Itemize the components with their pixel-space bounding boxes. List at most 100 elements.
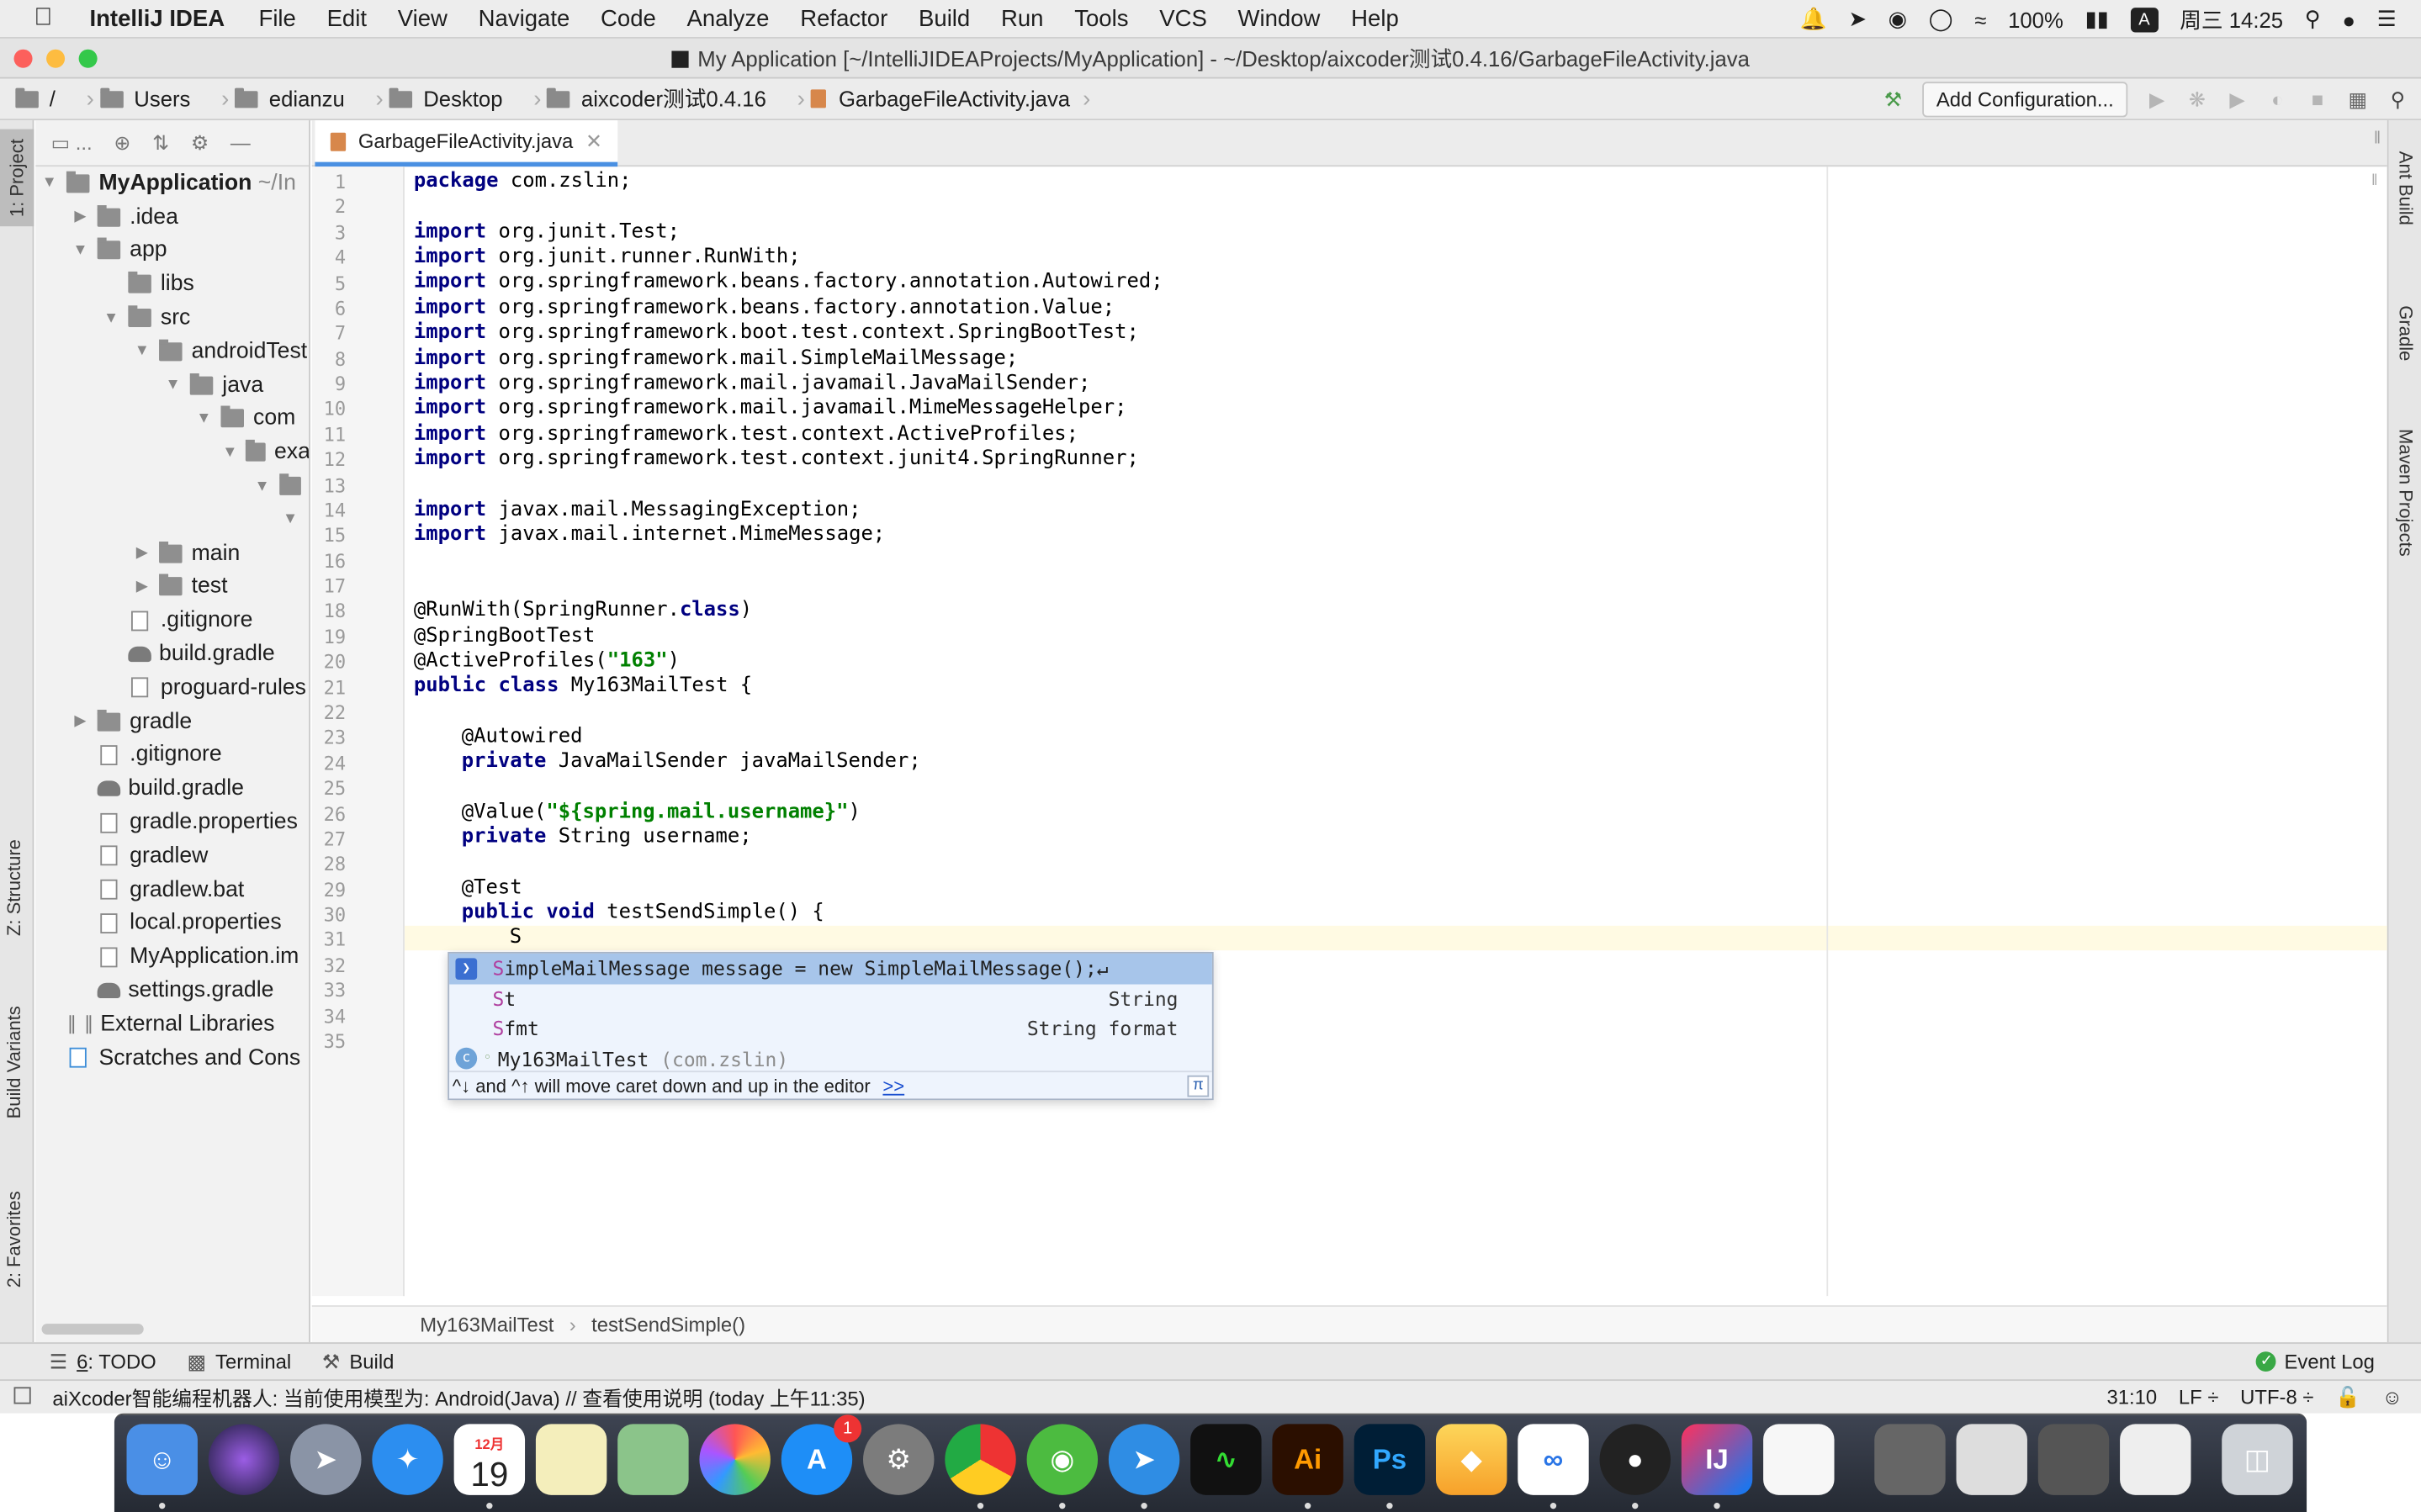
tree-node[interactable]: local.properties: [35, 907, 309, 940]
tree-node[interactable]: ▼ app: [35, 234, 309, 267]
system-preferences-icon[interactable]: ⚙: [863, 1424, 935, 1495]
editor-tab[interactable]: GarbageFileActivity.java ✕: [315, 120, 618, 167]
tab-build[interactable]: ⚒ Build: [322, 1349, 394, 1373]
menu-run[interactable]: Run: [1001, 5, 1044, 31]
siri-icon[interactable]: ●: [2342, 7, 2355, 31]
notification-bell-icon[interactable]: 🔔: [1800, 6, 1827, 32]
baidu-netdisk-icon[interactable]: ∞: [1518, 1424, 1589, 1495]
breadcrumb-users[interactable]: › Users: [65, 78, 200, 120]
tree-node[interactable]: ▼ src: [35, 301, 309, 335]
tab-terminal[interactable]: ▩ Terminal: [187, 1349, 291, 1373]
send-icon[interactable]: ➤: [1848, 6, 1867, 32]
tree-node[interactable]: gradlew.bat: [35, 873, 309, 907]
app-menu[interactable]: IntelliJ IDEA: [89, 5, 225, 31]
battery-percent[interactable]: 100%: [2008, 7, 2063, 31]
sketch-icon[interactable]: ◆: [1435, 1424, 1507, 1495]
pi-icon[interactable]: π: [1187, 1075, 1210, 1097]
breadcrumb-aixcoder[interactable]: › aixcoder测试0.4.16: [512, 78, 776, 120]
tree-node[interactable]: proguard-rules: [35, 671, 309, 705]
minimize-window-button[interactable]: [46, 49, 66, 68]
wechat-icon[interactable]: ◉: [1026, 1424, 1099, 1495]
close-window-button[interactable]: [13, 49, 33, 68]
menubar-clock[interactable]: 周三 14:25: [2180, 4, 2283, 35]
safari-icon[interactable]: ✦: [372, 1424, 443, 1495]
close-tab-icon[interactable]: ✕: [585, 129, 602, 153]
vpn-icon[interactable]: ◯: [1929, 6, 1953, 32]
notes-icon[interactable]: [535, 1424, 607, 1495]
menu-edit[interactable]: Edit: [327, 5, 367, 31]
tree-node[interactable]: ▶ main: [35, 537, 309, 570]
tree-node[interactable]: gradle.properties: [35, 806, 309, 839]
build-hammer-icon[interactable]: ⚒: [1883, 88, 1904, 110]
photos-icon[interactable]: [699, 1424, 771, 1495]
chrome-icon[interactable]: [945, 1424, 1016, 1495]
search-everywhere-icon[interactable]: ⚲: [2387, 88, 2409, 110]
completion-item[interactable]: c ◦ My163MailTest (com.zslin): [449, 1044, 1212, 1074]
wifi-icon[interactable]: ≈: [1974, 7, 1986, 31]
hint-more-link[interactable]: >>: [882, 1075, 904, 1097]
locate-icon[interactable]: ⊕: [114, 130, 130, 155]
menu-refactor[interactable]: Refactor: [800, 5, 887, 31]
intellij-icon[interactable]: IJ: [1681, 1424, 1753, 1495]
caret-position[interactable]: 31:10: [2106, 1386, 2157, 1410]
breadcrumb-file[interactable]: › GarbageFileActivity.java ›: [776, 78, 1099, 120]
tab-structure[interactable]: Z: Structure: [3, 839, 25, 936]
tree-node[interactable]: build.gradle: [35, 637, 309, 671]
tree-node[interactable]: .gitignore: [35, 604, 309, 637]
menu-build[interactable]: Build: [919, 5, 970, 31]
window-thumbnail-icon[interactable]: [2120, 1424, 2191, 1495]
siri-icon[interactable]: [208, 1424, 280, 1495]
trash-icon[interactable]: ◫: [2222, 1424, 2293, 1495]
tree-node[interactable]: External Libraries: [35, 1007, 309, 1041]
illustrator-icon[interactable]: Ai: [1272, 1424, 1343, 1495]
tree-node[interactable]: ▼ androidTest: [35, 335, 309, 368]
tree-node[interactable]: Scratches and Cons: [35, 1041, 309, 1075]
tree-node[interactable]: ▼: [35, 503, 309, 537]
menu-navigate[interactable]: Navigate: [479, 5, 570, 31]
tab-project[interactable]: 1: Project: [0, 130, 34, 227]
tree-node[interactable]: ▶ test: [35, 570, 309, 604]
project-structure-icon[interactable]: ▦: [2347, 88, 2369, 110]
breadcrumb-root[interactable]: /: [0, 78, 65, 120]
qq-icon[interactable]: ●: [1599, 1424, 1671, 1495]
tab-ant-build[interactable]: Ant Build: [2395, 151, 2417, 225]
debug-icon[interactable]: ❋: [2186, 88, 2208, 110]
photoshop-icon[interactable]: Ps: [1354, 1424, 1426, 1495]
profile-icon[interactable]: ◐: [2266, 88, 2288, 110]
line-separator[interactable]: LF ÷: [2179, 1386, 2219, 1410]
toggle-tool-windows-icon[interactable]: [13, 1387, 31, 1404]
input-method-indicator[interactable]: A: [2130, 7, 2159, 32]
tab-build-variants[interactable]: Build Variants: [3, 1006, 25, 1118]
project-view-selector[interactable]: ▭ ...: [51, 130, 93, 155]
menu-window[interactable]: Window: [1238, 5, 1321, 31]
completion-item[interactable]: St String: [449, 984, 1212, 1014]
breadcrumb-class[interactable]: My163MailTest: [420, 1313, 554, 1336]
code-area[interactable]: package com.zslin; import org.junit.Test…: [414, 167, 2387, 1296]
tree-node[interactable]: gradlew: [35, 839, 309, 873]
activity-monitor-icon[interactable]: ∿: [1190, 1424, 1262, 1495]
add-configuration-button[interactable]: Add Configuration...: [1922, 82, 2128, 118]
tree-node[interactable]: ▼ com: [35, 402, 309, 436]
spotlight-icon[interactable]: ⚲: [2305, 6, 2321, 32]
tree-node[interactable]: ▼ exa: [35, 436, 309, 469]
tree-node[interactable]: build.gradle: [35, 772, 309, 806]
tab-gradle[interactable]: Gradle: [2395, 305, 2417, 361]
wechat-icon[interactable]: ◉: [1889, 6, 1907, 32]
tree-node[interactable]: .gitignore: [35, 738, 309, 772]
calendar-icon[interactable]: 12月 19: [453, 1424, 526, 1495]
apple-menu-icon[interactable]: : [34, 5, 65, 33]
event-log-button[interactable]: ✓ Event Log: [2256, 1350, 2375, 1373]
notification-center-icon[interactable]: ☰: [2377, 6, 2397, 32]
feishu-icon[interactable]: ➤: [1108, 1424, 1180, 1495]
tab-todo[interactable]: ☰ 6: TODO: [50, 1349, 156, 1373]
text-edit-icon[interactable]: [1763, 1424, 1835, 1495]
maps-icon[interactable]: [617, 1424, 689, 1495]
menu-vcs[interactable]: VCS: [1159, 5, 1207, 31]
hide-icon[interactable]: —: [230, 131, 251, 155]
tree-node-root[interactable]: ▼ MyApplication ~/In: [35, 167, 309, 200]
breadcrumb-desktop[interactable]: › Desktop: [354, 78, 512, 120]
file-encoding[interactable]: UTF-8 ÷: [2240, 1386, 2313, 1410]
window-thumbnail-icon[interactable]: [1956, 1424, 2027, 1495]
breadcrumb-edianzu[interactable]: › edianzu: [199, 78, 353, 120]
breadcrumb-method[interactable]: testSendSimple(): [591, 1313, 745, 1336]
